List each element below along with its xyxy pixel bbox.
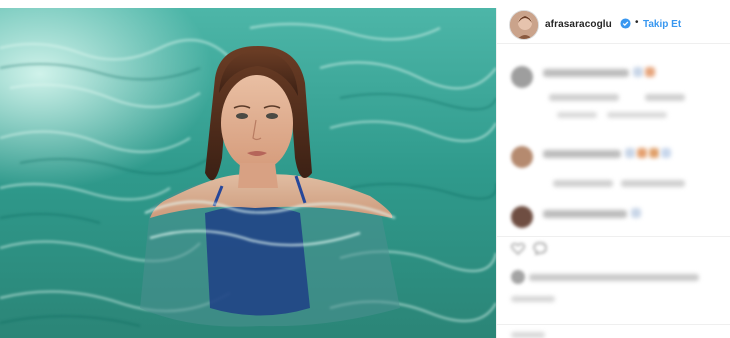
comment-meta — [607, 112, 667, 118]
post-side-panel: afrasaracoglu • Takip Et — [496, 8, 730, 338]
emoji — [649, 148, 659, 158]
emoji — [631, 208, 641, 218]
comment-text — [553, 180, 613, 187]
comment-username[interactable] — [543, 150, 621, 158]
comment-username[interactable] — [543, 69, 629, 77]
comment-text — [549, 94, 619, 101]
pool-swimmer-image — [0, 8, 496, 338]
verified-badge-icon — [620, 18, 631, 29]
heart-icon[interactable] — [511, 242, 525, 255]
comment-text — [645, 94, 685, 101]
avatar-image — [510, 11, 538, 39]
commenter-avatar[interactable] — [511, 66, 533, 88]
comment-text — [621, 180, 685, 187]
divider — [497, 236, 730, 237]
divider — [497, 324, 730, 325]
emoji — [661, 148, 671, 158]
comment-meta — [557, 112, 597, 118]
commenter-avatar[interactable] — [511, 146, 533, 168]
username-link[interactable]: afrasaracoglu — [545, 19, 612, 30]
comment-username[interactable] — [543, 210, 627, 218]
likes-text — [529, 274, 699, 281]
post-timestamp — [511, 296, 555, 302]
emoji — [633, 67, 643, 77]
follow-button[interactable]: Takip Et — [643, 19, 681, 30]
comment-bubble-icon[interactable] — [533, 242, 547, 255]
post-header: afrasaracoglu • Takip Et — [497, 8, 730, 44]
separator-dot: • — [635, 17, 639, 28]
commenter-avatar[interactable] — [511, 206, 533, 228]
instagram-post-screenshot: afrasaracoglu • Takip Et — [0, 0, 730, 338]
add-comment-field[interactable] — [511, 332, 545, 338]
emoji — [625, 148, 635, 158]
emoji — [637, 148, 647, 158]
liker-avatar — [511, 270, 525, 284]
avatar[interactable] — [509, 10, 539, 40]
emoji — [645, 67, 655, 77]
post-photo — [0, 8, 496, 338]
